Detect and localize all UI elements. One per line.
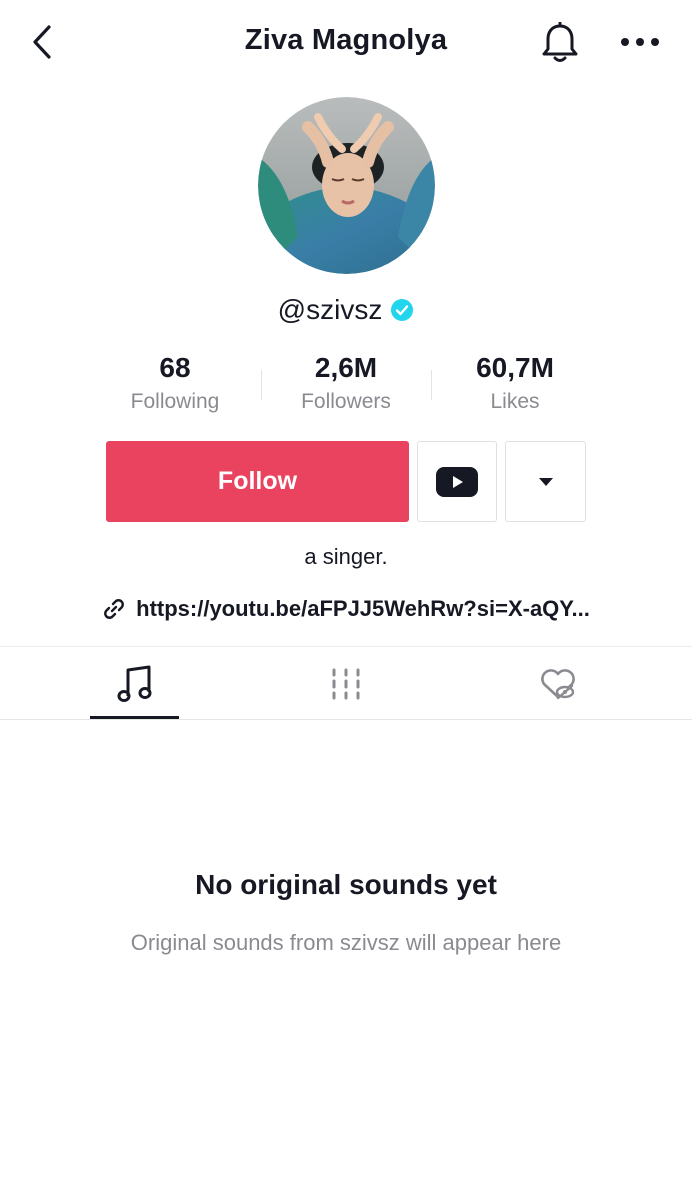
stat-following-value: 68 <box>159 352 191 383</box>
bell-icon <box>542 22 578 62</box>
top-navigation-bar: Ziva Magnolya <box>0 0 692 84</box>
hidden-heart-icon <box>541 668 575 699</box>
tab-sounds[interactable] <box>90 647 179 720</box>
caret-down-icon <box>538 477 553 486</box>
chevron-left-icon <box>33 25 51 59</box>
username: @szivsz <box>277 294 383 325</box>
profile-link-text: https://youtu.be/aFPJJ5WehRw?si=X-aQY... <box>136 596 590 621</box>
profile-avatar[interactable] <box>258 97 435 274</box>
suggested-accounts-dropdown-button[interactable] <box>505 441 586 522</box>
music-note-icon <box>117 665 151 702</box>
more-horizontal-icon <box>621 38 659 46</box>
stat-likes-value: 60,7M <box>476 352 554 383</box>
username-row: @szivsz <box>0 290 692 330</box>
stat-followers-label: Followers <box>301 390 391 413</box>
notification-bell-button[interactable] <box>537 20 583 66</box>
tab-liked[interactable] <box>512 647 604 720</box>
stat-following[interactable]: 68 Following <box>90 350 260 418</box>
profile-tabs <box>0 646 692 720</box>
grid-lines-icon <box>332 668 360 699</box>
youtube-button[interactable] <box>417 441 497 522</box>
stat-likes-label: Likes <box>490 390 540 413</box>
stat-followers-value: 2,6M <box>314 352 378 383</box>
link-icon <box>104 599 125 619</box>
back-button[interactable] <box>22 20 62 64</box>
stat-followers[interactable]: 2,6M Followers <box>261 350 431 418</box>
youtube-icon <box>436 466 478 497</box>
page-title: Ziva Magnolya <box>244 24 448 56</box>
profile-bio: a singer. <box>304 544 388 569</box>
empty-state-subtitle: Original sounds from szivsz will appear … <box>130 930 562 955</box>
profile-avatar-photo <box>258 97 435 274</box>
stat-following-label: Following <box>130 390 220 413</box>
tab-videos[interactable] <box>300 647 392 720</box>
empty-state-title: No original sounds yet <box>195 869 497 900</box>
more-options-button[interactable] <box>616 22 664 62</box>
profile-link[interactable]: https://youtu.be/aFPJJ5WehRw?si=X-aQY... <box>0 590 692 628</box>
active-tab-indicator <box>90 716 179 719</box>
profile-stats: 68 Following 2,6M Followers 60,7M Likes <box>90 350 602 420</box>
verified-badge-icon <box>390 298 414 322</box>
stat-likes[interactable]: 60,7M Likes <box>430 350 600 418</box>
follow-button[interactable]: Follow <box>106 441 409 522</box>
